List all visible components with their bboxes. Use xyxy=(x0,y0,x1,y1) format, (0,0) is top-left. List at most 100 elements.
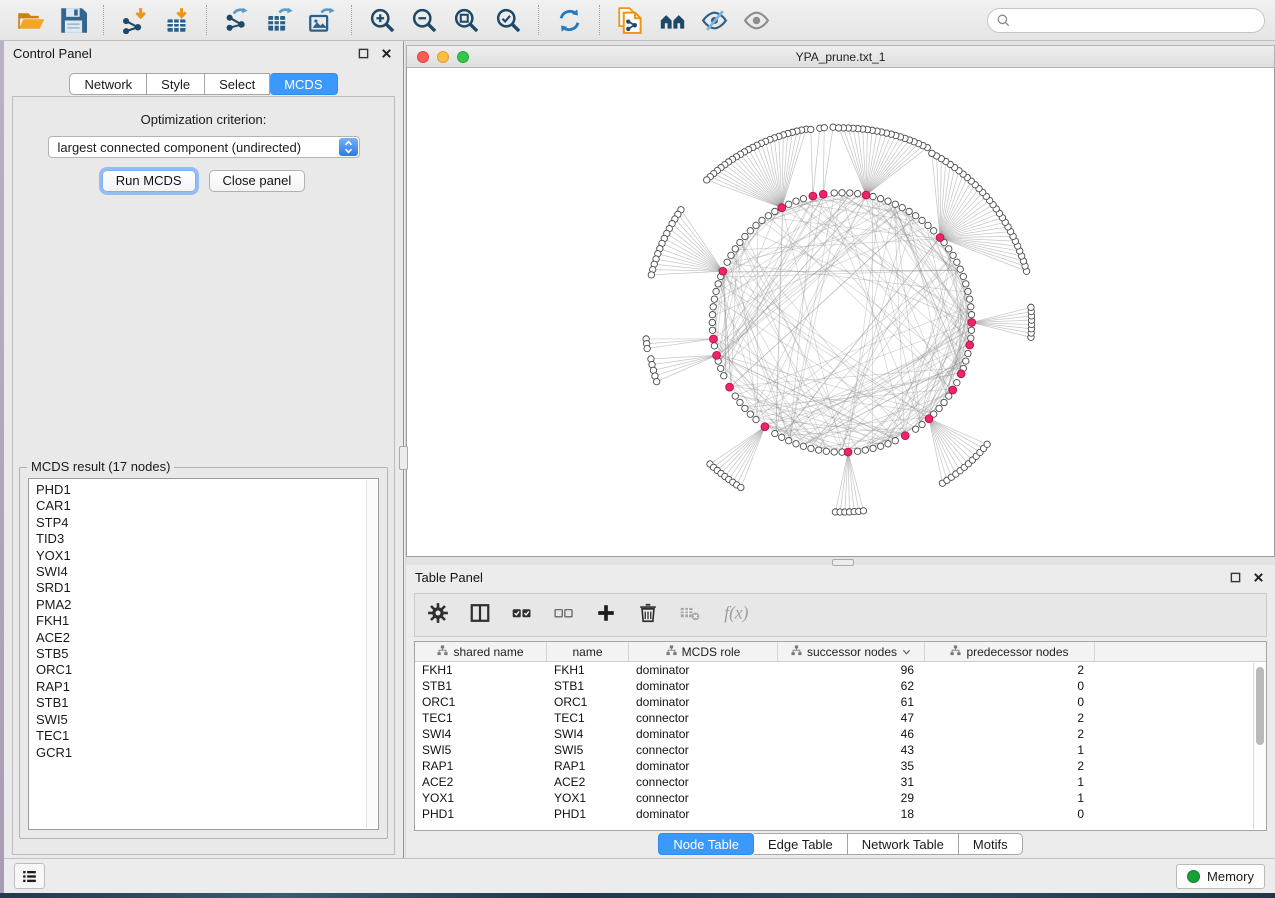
table-row[interactable]: PHD1PHD1dominator180 xyxy=(415,806,1266,822)
close-table-panel-button[interactable] xyxy=(1251,570,1266,585)
maximize-window-button[interactable] xyxy=(457,51,469,63)
import-network-from-file-icon xyxy=(121,7,148,34)
mcds-result-item[interactable]: STB1 xyxy=(36,695,378,711)
mcds-result-item[interactable]: YOX1 xyxy=(36,548,378,564)
table-scrollbar-thumb[interactable] xyxy=(1256,667,1264,745)
table-row[interactable]: TEC1TEC1connector472 xyxy=(415,710,1266,726)
mcds-result-item[interactable]: TEC1 xyxy=(36,728,378,744)
search-input[interactable] xyxy=(1015,12,1256,28)
export-network-button[interactable] xyxy=(216,3,258,37)
deselect-all-button[interactable] xyxy=(553,602,575,629)
table-row[interactable]: ACE2ACE2connector311 xyxy=(415,774,1266,790)
table-tab-network-table[interactable]: Network Table xyxy=(848,833,959,855)
table-row[interactable]: YOX1YOX1connector291 xyxy=(415,790,1266,806)
mcds-result-item[interactable]: PHD1 xyxy=(36,482,378,498)
column-header-name[interactable]: name xyxy=(547,642,629,661)
mcds-result-item[interactable]: PMA2 xyxy=(36,597,378,613)
add-button[interactable] xyxy=(595,602,617,629)
column-label: successor nodes xyxy=(807,645,897,659)
mcds-result-item[interactable]: STP4 xyxy=(36,515,378,531)
hide-selected-button[interactable] xyxy=(693,3,735,37)
apply-preferred-layout-button[interactable] xyxy=(548,3,590,37)
network-canvas[interactable] xyxy=(406,68,1275,557)
zoom-out-button[interactable] xyxy=(403,3,445,37)
control-tab-network[interactable]: Network xyxy=(69,73,147,95)
trash-button[interactable] xyxy=(637,602,659,629)
close-panel-action-button[interactable]: Close panel xyxy=(209,170,306,192)
mcds-list-scrollbar[interactable] xyxy=(366,480,377,828)
close-window-button[interactable] xyxy=(417,51,429,63)
table-row[interactable]: SWI4SWI4dominator462 xyxy=(415,726,1266,742)
control-tab-style[interactable]: Style xyxy=(147,73,205,95)
table-row[interactable]: STB1STB1dominator620 xyxy=(415,678,1266,694)
gear-icon xyxy=(427,602,449,629)
columns-button[interactable] xyxy=(469,602,491,629)
table-row[interactable]: FKH1FKH1dominator962 xyxy=(415,662,1266,678)
select-all-button[interactable] xyxy=(511,602,533,629)
memory-button[interactable]: Memory xyxy=(1176,864,1265,889)
mcds-result-item[interactable]: ACE2 xyxy=(36,630,378,646)
export-table-button[interactable] xyxy=(258,3,300,37)
run-mcds-button[interactable]: Run MCDS xyxy=(102,170,196,192)
delete-table-icon xyxy=(679,602,701,629)
import-table-from-file-button[interactable] xyxy=(155,3,197,37)
table-row[interactable]: SWI5SWI5connector431 xyxy=(415,742,1266,758)
optimization-criterion-label: Optimization criterion: xyxy=(13,112,394,127)
mcds-result-item[interactable]: GCR1 xyxy=(36,745,378,761)
mcds-result-item[interactable]: SRD1 xyxy=(36,580,378,596)
control-tab-mcds[interactable]: MCDS xyxy=(270,73,337,95)
cell-name: SWI5 xyxy=(547,743,629,757)
mcds-result-item[interactable]: STB5 xyxy=(36,646,378,662)
network-canvas-svg[interactable] xyxy=(407,68,1274,556)
save-session-button[interactable] xyxy=(52,3,94,37)
column-header-predecessor-nodes[interactable]: predecessor nodes xyxy=(925,642,1095,661)
zoom-selected-region-button[interactable] xyxy=(487,3,529,37)
first-neighbors-of-selected-button[interactable] xyxy=(651,3,693,37)
cell-mcds-role: connector xyxy=(629,743,778,757)
close-panel-button[interactable] xyxy=(379,46,394,61)
column-header-mcds-role[interactable]: MCDS role xyxy=(629,642,778,661)
mcds-result-item[interactable]: RAP1 xyxy=(36,679,378,695)
tab-label: Node Table xyxy=(673,837,739,852)
float-table-panel-button[interactable] xyxy=(1228,570,1243,585)
mcds-result-item[interactable]: ORC1 xyxy=(36,662,378,678)
mcds-result-item[interactable]: SWI4 xyxy=(36,564,378,580)
table-tab-motifs[interactable]: Motifs xyxy=(959,833,1023,855)
network-window-titlebar[interactable]: YPA_prune.txt_1 xyxy=(406,45,1275,68)
horizontal-splitter-grip[interactable] xyxy=(832,559,854,566)
mcds-result-item[interactable]: TID3 xyxy=(36,531,378,547)
optimization-criterion-select[interactable]: largest connected component (undirected) xyxy=(48,136,360,158)
mcds-result-item[interactable]: FKH1 xyxy=(36,613,378,629)
float-panel-button[interactable] xyxy=(356,46,371,61)
search-box[interactable] xyxy=(987,8,1265,33)
control-tab-select[interactable]: Select xyxy=(205,73,270,95)
table-tab-node-table[interactable]: Node Table xyxy=(658,833,754,855)
status-bar: Memory xyxy=(4,858,1275,893)
graph-ring-nodes[interactable] xyxy=(643,124,1035,515)
open-session-button[interactable] xyxy=(10,3,52,37)
mcds-result-list[interactable]: PHD1CAR1STP4TID3YOX1SWI4SRD1PMA2FKH1ACE2… xyxy=(28,478,379,830)
float-icon xyxy=(358,48,369,59)
sort-menu-icon[interactable] xyxy=(902,645,911,659)
export-image-button[interactable] xyxy=(300,3,342,37)
tab-label: Network xyxy=(84,77,132,92)
vertical-splitter-grip[interactable] xyxy=(399,446,408,470)
table-tab-edge-table[interactable]: Edge Table xyxy=(754,833,848,855)
gear-button[interactable] xyxy=(427,602,449,629)
task-history-button[interactable] xyxy=(14,863,45,889)
table-scrollbar[interactable] xyxy=(1253,663,1266,829)
zoom-in-button[interactable] xyxy=(361,3,403,37)
show-all-button[interactable] xyxy=(735,3,777,37)
new-network-from-selection-button[interactable] xyxy=(609,3,651,37)
zoom-fit-content-button[interactable] xyxy=(445,3,487,37)
import-network-from-file-button[interactable] xyxy=(113,3,155,37)
table-row[interactable]: ORC1ORC1dominator610 xyxy=(415,694,1266,710)
column-header-shared-name[interactable]: shared name xyxy=(415,642,547,661)
show-all-icon xyxy=(743,7,770,34)
mcds-result-item[interactable]: SWI5 xyxy=(36,712,378,728)
cell-mcds-role: dominator xyxy=(629,663,778,677)
minimize-window-button[interactable] xyxy=(437,51,449,63)
column-header-successor-nodes[interactable]: successor nodes xyxy=(778,642,925,661)
mcds-result-item[interactable]: CAR1 xyxy=(36,498,378,514)
table-row[interactable]: RAP1RAP1dominator352 xyxy=(415,758,1266,774)
